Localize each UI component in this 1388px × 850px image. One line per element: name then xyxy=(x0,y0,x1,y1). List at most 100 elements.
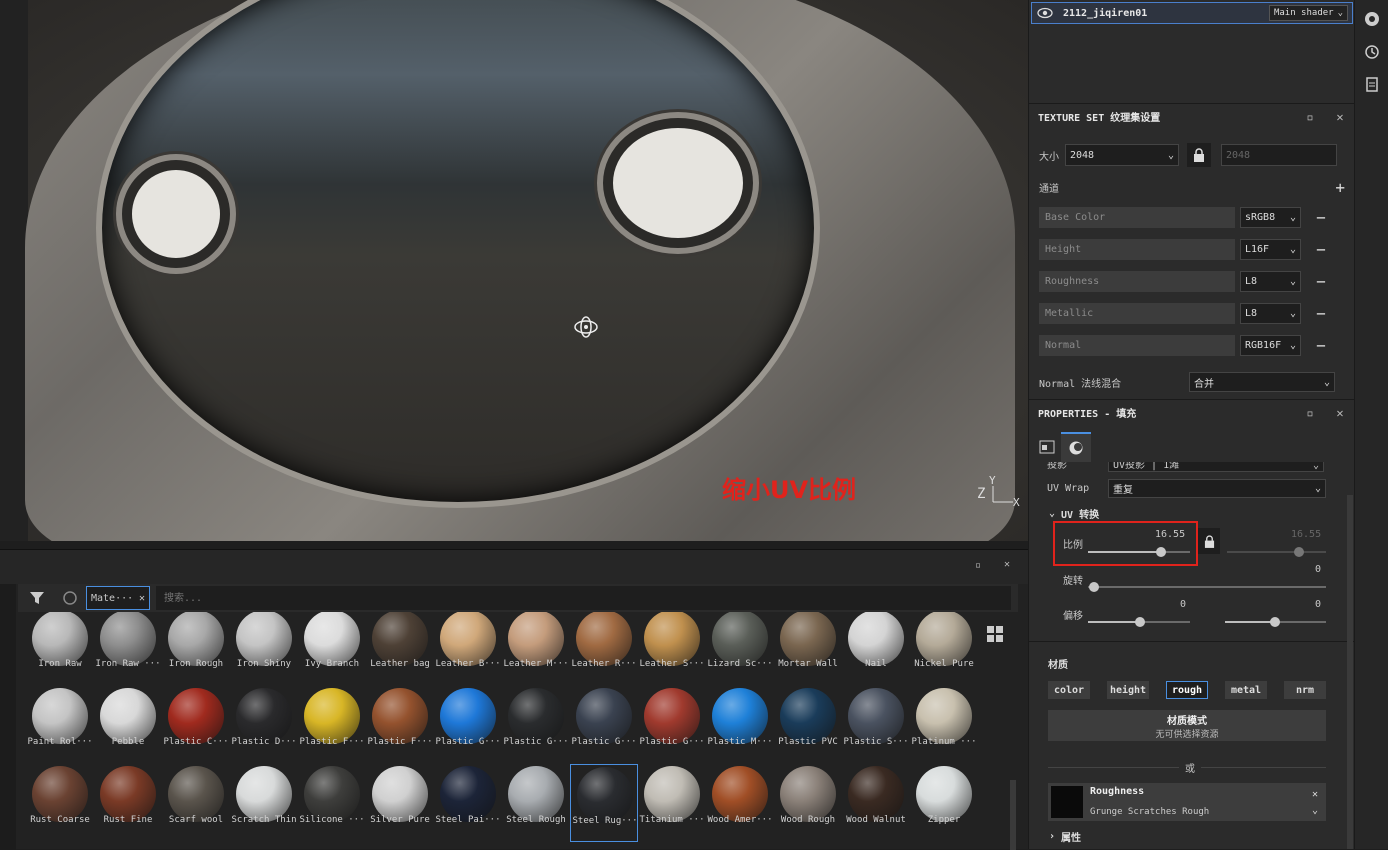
remove-channel-icon[interactable]: − xyxy=(1313,271,1329,292)
remove-channel-icon[interactable]: − xyxy=(1313,335,1329,356)
size-select[interactable]: 2048 ⌄ xyxy=(1065,144,1179,166)
remove-channel-icon[interactable]: − xyxy=(1313,207,1329,228)
material-item[interactable]: Rust Fine xyxy=(94,764,162,842)
material-item[interactable]: Plastic G··· xyxy=(502,686,570,764)
rotation-slider[interactable] xyxy=(1088,586,1326,588)
material-item[interactable]: Iron Raw ··· xyxy=(94,612,162,686)
tab-material-icon[interactable] xyxy=(1061,432,1091,462)
material-item[interactable]: Zipper xyxy=(910,764,978,842)
material-item[interactable]: Steel Rug··· xyxy=(570,764,638,842)
projection-select[interactable]: UV投影 | 1滩 ⌄ xyxy=(1108,462,1324,472)
material-item[interactable]: Wood Walnut xyxy=(842,764,910,842)
scale-slider-handle[interactable] xyxy=(1156,547,1166,557)
material-item[interactable]: Steel Pai··· xyxy=(434,764,502,842)
offset-slider-1-handle[interactable] xyxy=(1135,617,1145,627)
undock-icon[interactable]: ▫ xyxy=(975,560,981,571)
material-item[interactable]: Leather B··· xyxy=(434,612,502,686)
material-item[interactable]: Leather M··· xyxy=(502,612,570,686)
channel-format-select[interactable]: L8 ⌄ xyxy=(1240,303,1301,324)
close-icon[interactable]: ✕ xyxy=(1312,789,1318,800)
close-icon[interactable]: ✕ xyxy=(139,593,145,604)
channel-format-select[interactable]: L16F ⌄ xyxy=(1240,239,1301,260)
shelf-scrollbar[interactable] xyxy=(1010,780,1016,850)
channel-format-select[interactable]: L8 ⌄ xyxy=(1240,271,1301,292)
material-item[interactable]: Paint Rol··· xyxy=(26,686,94,764)
material-item[interactable]: Nail xyxy=(842,612,910,686)
history-icon[interactable] xyxy=(1364,44,1380,60)
rotation-slider-handle[interactable] xyxy=(1089,582,1099,592)
uv-transform-header[interactable]: ⌄ UV 转换 xyxy=(1049,506,1099,521)
refresh-icon[interactable] xyxy=(62,590,78,606)
material-item[interactable]: Silicone ··· xyxy=(298,764,366,842)
material-item[interactable]: Steel Rough xyxy=(502,764,570,842)
roughness-resource[interactable]: Roughness Grunge Scratches Rough ✕ ⌄ xyxy=(1048,783,1326,821)
material-item[interactable]: Platinum ··· xyxy=(910,686,978,764)
material-item[interactable]: Wood Amer··· xyxy=(706,764,774,842)
material-item[interactable]: Plastic S··· xyxy=(842,686,910,764)
filter-icon[interactable] xyxy=(29,590,45,606)
add-channel-icon[interactable]: + xyxy=(1335,178,1345,197)
material-item[interactable]: Rust Coarse xyxy=(26,764,94,842)
close-icon[interactable]: ✕ xyxy=(1004,559,1010,570)
clipboard-icon[interactable] xyxy=(1364,76,1380,92)
uv-wrap-select[interactable]: 重复 ⌄ xyxy=(1108,479,1326,498)
material-item[interactable]: Titanium ··· xyxy=(638,764,706,842)
properties-scrollbar[interactable] xyxy=(1347,495,1353,849)
lock-icon[interactable] xyxy=(1187,143,1211,167)
remove-channel-icon[interactable]: − xyxy=(1313,303,1329,324)
material-item[interactable]: Plastic F··· xyxy=(366,686,434,764)
3d-viewport[interactable]: 缩小UV比例 Y Z X xyxy=(0,0,1028,541)
material-item[interactable]: Nickel Pure xyxy=(910,612,978,686)
globe-icon[interactable] xyxy=(1364,11,1380,27)
material-item[interactable]: Scratch Thin xyxy=(230,764,298,842)
shader-select[interactable]: Main shader ⌄ xyxy=(1268,5,1348,21)
remove-channel-icon[interactable]: − xyxy=(1313,239,1329,260)
material-item[interactable]: Iron Raw xyxy=(26,612,94,686)
tab-settings-icon[interactable] xyxy=(1033,432,1061,462)
material-preview-ball xyxy=(440,766,496,822)
channel-format-select[interactable]: sRGB8 ⌄ xyxy=(1240,207,1301,228)
channel-button-nrm[interactable]: nrm xyxy=(1284,681,1326,699)
tab-materials[interactable]: Mate··· ✕ xyxy=(86,586,150,610)
attributes-header[interactable]: › 属性 xyxy=(1049,829,1081,844)
material-item[interactable]: Plastic M··· xyxy=(706,686,774,764)
search-input[interactable] xyxy=(156,586,1011,610)
material-item[interactable]: Silver Pure xyxy=(366,764,434,842)
material-item[interactable]: Plastic G··· xyxy=(638,686,706,764)
material-item[interactable]: Plastic G··· xyxy=(570,686,638,764)
material-label: Plastic G··· xyxy=(503,737,569,747)
material-item[interactable]: Lizard Sc··· xyxy=(706,612,774,686)
material-item[interactable]: Scarf wool xyxy=(162,764,230,842)
material-item[interactable]: Iron Rough xyxy=(162,612,230,686)
material-item[interactable]: Ivy Branch xyxy=(298,612,366,686)
eye-icon[interactable] xyxy=(1037,5,1053,21)
layer-row[interactable]: 2112_jiqiren01 Main shader ⌄ xyxy=(1031,2,1353,24)
material-item[interactable]: Plastic G··· xyxy=(434,686,502,764)
material-item[interactable]: Leather bag xyxy=(366,612,434,686)
chevron-down-icon[interactable]: ⌄ xyxy=(1312,805,1318,816)
normal-mix-select[interactable]: 合并 ⌄ xyxy=(1189,372,1335,392)
offset-slider-2-handle[interactable] xyxy=(1270,617,1280,627)
material-item[interactable]: Plastic PVC xyxy=(774,686,842,764)
material-item[interactable]: Wood Rough xyxy=(774,764,842,842)
material-mode-button[interactable]: 材质模式 无可供选择资源 xyxy=(1048,710,1326,741)
close-icon[interactable]: ✕ xyxy=(1325,406,1355,420)
material-item[interactable]: Iron Shiny xyxy=(230,612,298,686)
channel-format-select[interactable]: RGB16F ⌄ xyxy=(1240,335,1301,356)
material-item[interactable]: Pebble xyxy=(94,686,162,764)
channel-button-color[interactable]: color xyxy=(1048,681,1090,699)
channel-button-metal[interactable]: metal xyxy=(1225,681,1267,699)
close-icon[interactable]: ✕ xyxy=(1325,110,1355,124)
scale-lock-icon[interactable] xyxy=(1198,528,1220,554)
material-item[interactable]: Leather R··· xyxy=(570,612,638,686)
undock-icon[interactable]: ▫ xyxy=(1295,406,1325,420)
material-item[interactable]: Leather S··· xyxy=(638,612,706,686)
grid-view-icon[interactable] xyxy=(987,626,1003,642)
material-item[interactable]: Mortar Wall xyxy=(774,612,842,686)
material-item[interactable]: Plastic D··· xyxy=(230,686,298,764)
channel-button-rough[interactable]: rough xyxy=(1166,681,1208,699)
channel-button-height[interactable]: height xyxy=(1107,681,1149,699)
material-item[interactable]: Plastic C··· xyxy=(162,686,230,764)
material-item[interactable]: Plastic F··· xyxy=(298,686,366,764)
undock-icon[interactable]: ▫ xyxy=(1295,110,1325,124)
